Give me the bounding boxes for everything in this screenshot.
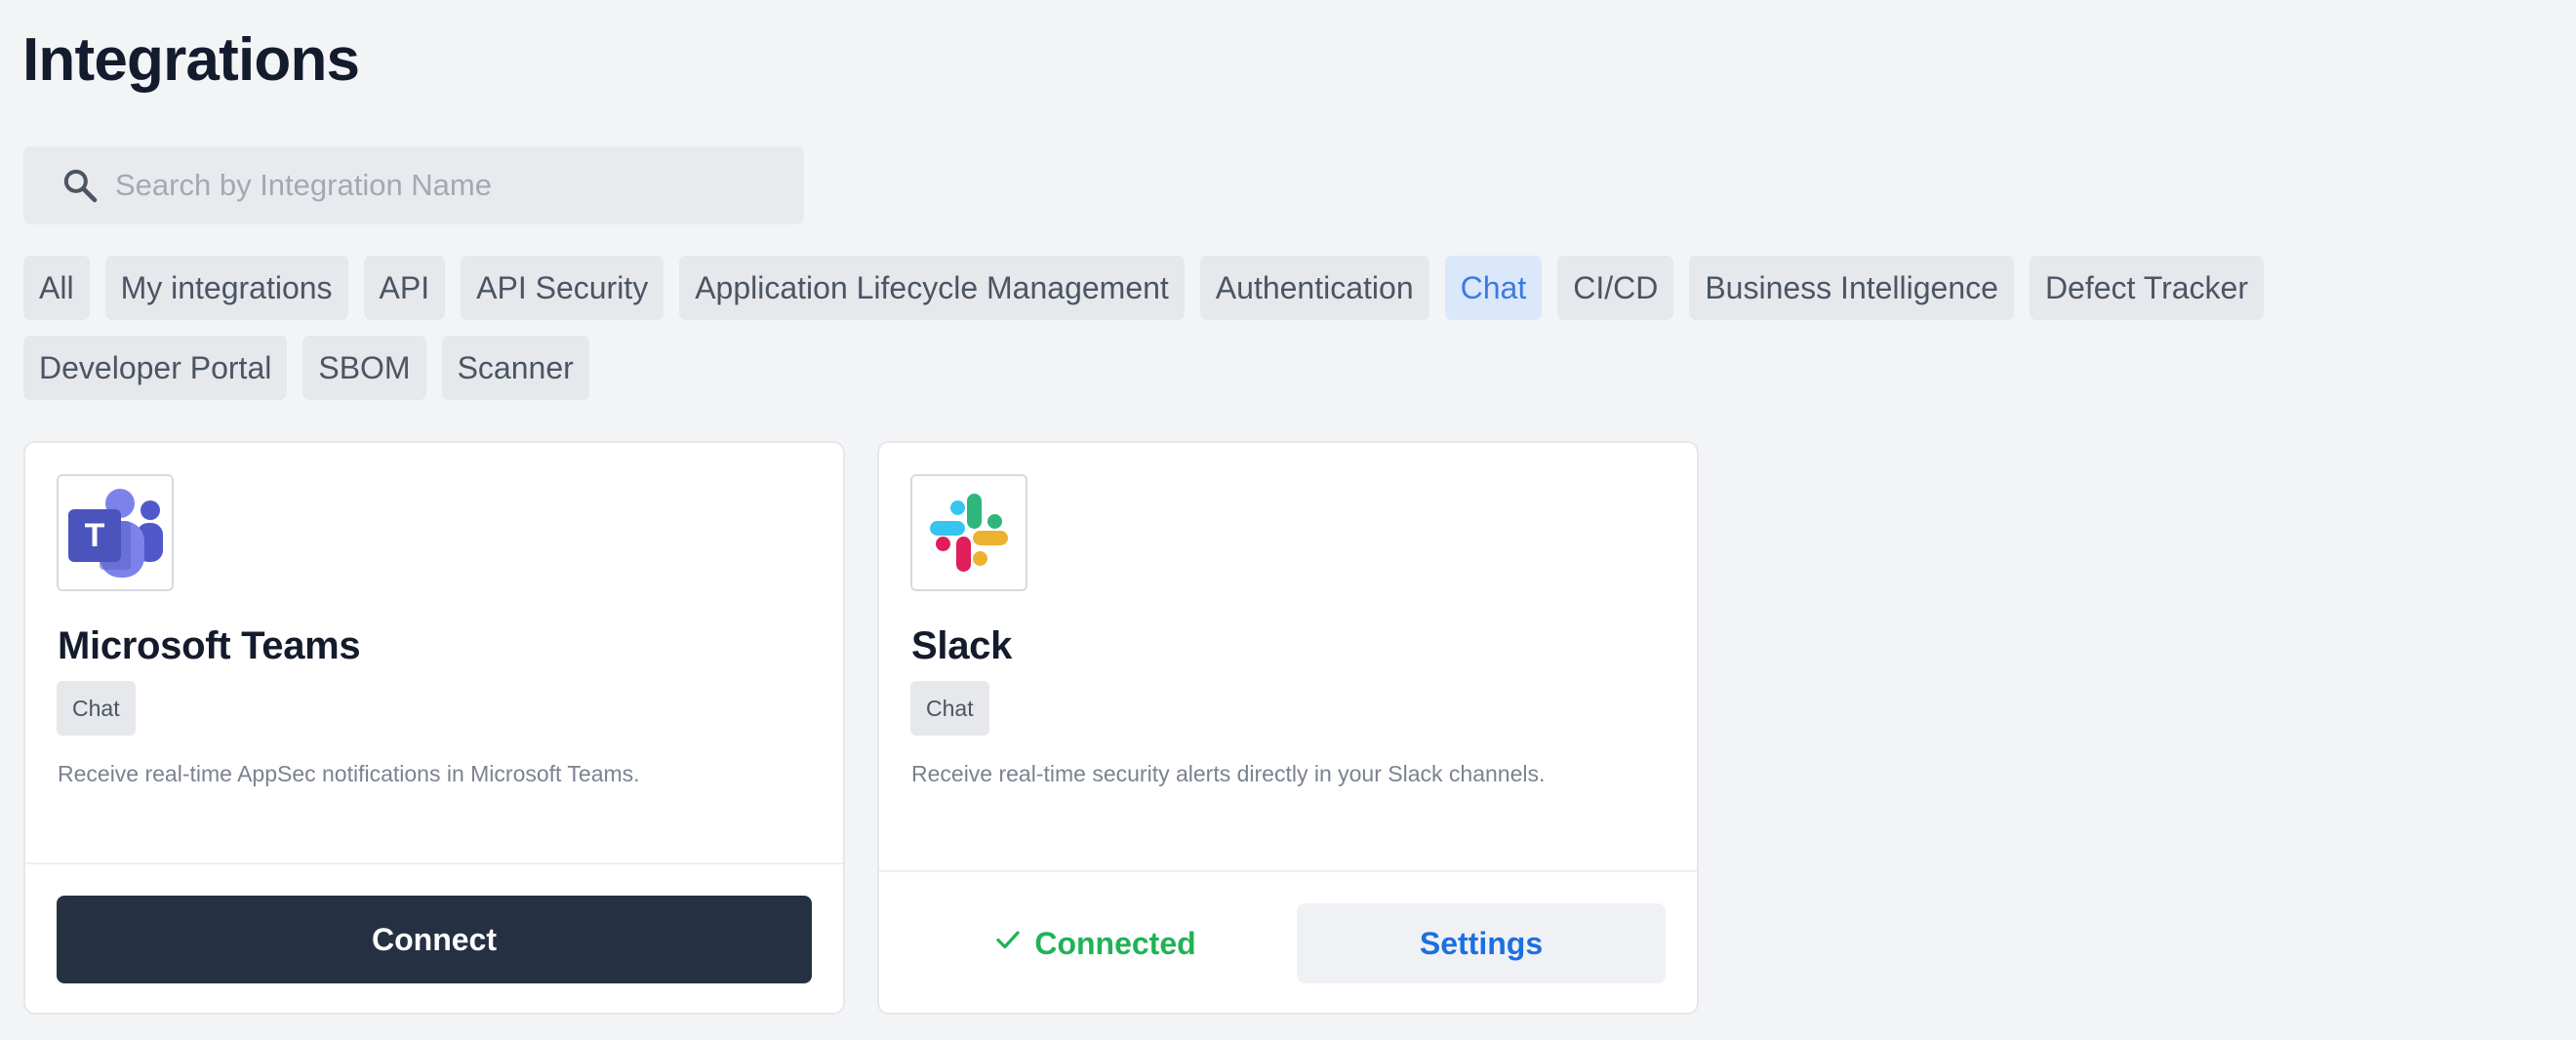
search-input[interactable] (115, 168, 779, 203)
filter-row-2: Developer Portal SBOM Scanner (23, 336, 2365, 400)
integration-card-microsoft-teams: T Microsoft Teams Chat Receive real-time… (23, 441, 845, 1015)
search-icon (59, 164, 101, 207)
connect-button[interactable]: Connect (57, 896, 812, 983)
filter-chip-api-security[interactable]: API Security (461, 256, 664, 320)
search-bar[interactable] (23, 146, 804, 224)
connected-status: Connected (910, 903, 1279, 983)
check-icon (993, 925, 1023, 962)
filter-chip-business-intelligence[interactable]: Business Intelligence (1689, 256, 2014, 320)
filter-chip-scanner[interactable]: Scanner (441, 336, 589, 400)
filter-chip-application-lifecycle-management[interactable]: Application Lifecycle Management (679, 256, 1185, 320)
slack-logo-icon (910, 474, 1027, 591)
filter-chip-my-integrations[interactable]: My integrations (104, 256, 348, 320)
integration-name: Microsoft Teams (58, 624, 361, 667)
card-divider (879, 870, 1697, 872)
filter-chip-developer-portal[interactable]: Developer Portal (23, 336, 288, 400)
integration-category-tag: Chat (910, 681, 989, 736)
filter-chip-defect-tracker[interactable]: Defect Tracker (2029, 256, 2264, 320)
microsoft-teams-logo-icon: T (57, 474, 174, 591)
connected-label: Connected (1034, 925, 1196, 961)
integration-card-slack: Slack Chat Receive real-time security al… (877, 441, 1699, 1015)
page-title: Integrations (22, 26, 360, 94)
filter-row-1: All My integrations API API Security App… (23, 256, 2365, 320)
card-divider (25, 862, 843, 864)
integration-description: Receive real-time security alerts direct… (911, 761, 1546, 786)
settings-button[interactable]: Settings (1297, 903, 1666, 983)
filter-chip-all[interactable]: All (23, 256, 90, 320)
integration-category-tag: Chat (57, 681, 136, 736)
filter-chip-sbom[interactable]: SBOM (302, 336, 426, 400)
integration-name: Slack (911, 624, 1013, 667)
integration-description: Receive real-time AppSec notifications i… (58, 761, 640, 786)
integrations-page: Integrations All My integrations API API… (0, 0, 2576, 1040)
filter-chip-chat[interactable]: Chat (1444, 256, 1543, 320)
filter-chip-ci-cd[interactable]: CI/CD (1557, 256, 1674, 320)
category-filters: All My integrations API API Security App… (23, 256, 2365, 416)
filter-chip-api[interactable]: API (363, 256, 446, 320)
svg-text:T: T (85, 517, 105, 554)
filter-chip-authentication[interactable]: Authentication (1199, 256, 1429, 320)
